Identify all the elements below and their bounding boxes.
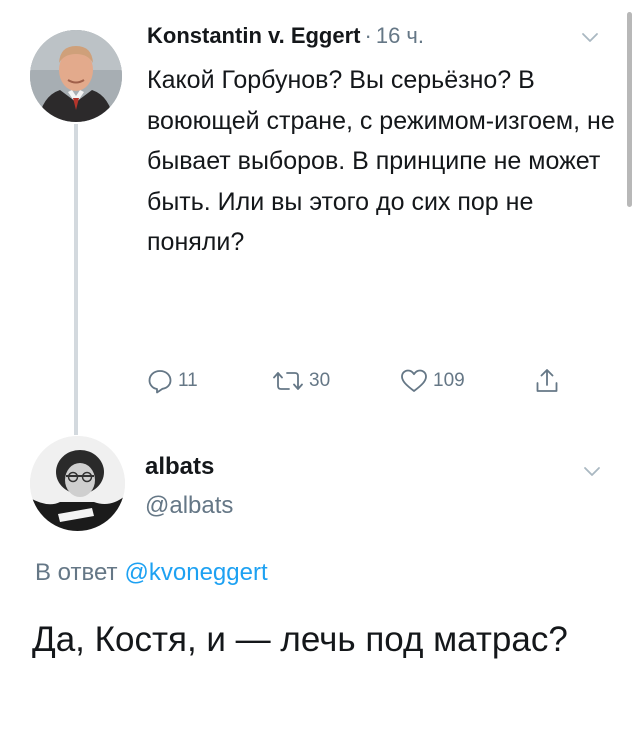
tweet-time[interactable]: 16 ч. — [376, 23, 424, 48]
author-handle[interactable]: @albats — [145, 491, 233, 521]
reply-icon — [148, 370, 172, 394]
scrollbar[interactable] — [627, 12, 632, 207]
author-avatar[interactable] — [30, 436, 125, 531]
author-name[interactable]: Konstantin v. Eggert — [147, 23, 361, 48]
reply-button[interactable]: 11 — [147, 366, 198, 396]
tweet-header: Konstantin v. Eggert · 16 ч. — [147, 21, 424, 51]
retweet-button[interactable]: 30 — [272, 366, 330, 396]
author-name[interactable]: albats — [145, 452, 214, 482]
tweet-text: Да, Костя, и — лечь под матрас? — [32, 620, 568, 659]
chevron-down-icon[interactable] — [583, 466, 601, 478]
thread-connector — [74, 124, 78, 435]
reply-prefix: В ответ — [35, 559, 118, 586]
share-icon — [536, 369, 558, 392]
user-photo-icon — [30, 30, 122, 122]
heart-icon — [401, 369, 427, 392]
reply-context: В ответ @kvoneggert — [35, 557, 268, 589]
reply-mention-link[interactable]: @kvoneggert — [125, 559, 268, 586]
separator-dot: · — [364, 23, 372, 48]
retweet-count: 30 — [309, 370, 331, 391]
user-photo-icon — [30, 436, 125, 531]
like-button[interactable]: 109 — [400, 366, 465, 396]
share-button[interactable] — [535, 366, 559, 396]
tweet-text: Какой Горбунов? Вы серьёзно? В воюющей с… — [147, 66, 615, 256]
chevron-down-icon[interactable] — [581, 32, 599, 44]
like-count: 109 — [433, 370, 465, 391]
author-avatar[interactable] — [30, 30, 122, 122]
retweet-icon — [273, 372, 303, 390]
reply-count: 11 — [178, 370, 198, 391]
